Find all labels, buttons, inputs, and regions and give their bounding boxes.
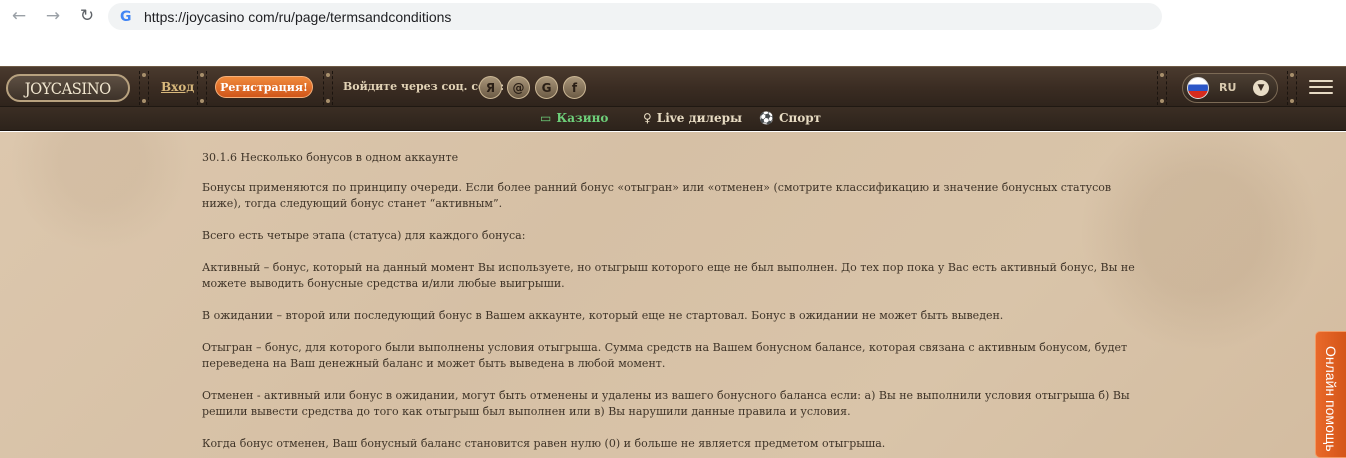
- login-link[interactable]: Вход: [161, 80, 194, 94]
- address-bar[interactable]: G https://joycasino com/ru/page/termsand…: [108, 3, 1162, 30]
- language-selector[interactable]: RU ▼: [1182, 73, 1278, 103]
- paragraph: Активный – бонус, который на данный моме…: [202, 261, 1135, 290]
- logo-text: JOYCASINO: [24, 78, 112, 98]
- section-nav: ▭ Казино ♀ Live дилеры ⚽ Спорт: [0, 107, 1346, 131]
- url-text[interactable]: https://joycasino com/ru/page/termsandco…: [144, 9, 451, 25]
- decor-divider: [197, 71, 207, 105]
- decor-divider: [139, 71, 149, 105]
- register-button[interactable]: Регистрация!: [215, 76, 313, 98]
- slot-machine-icon: ▭: [540, 111, 552, 125]
- online-help-tab[interactable]: Онлайн помощь: [1315, 331, 1346, 458]
- back-icon[interactable]: ←: [8, 5, 30, 27]
- joycasino-logo[interactable]: JOYCASINO: [6, 74, 130, 102]
- paragraph: Отыгран – бонус, для которого были выпол…: [202, 341, 1128, 370]
- tab-sport[interactable]: ⚽ Спорт: [759, 111, 821, 125]
- dealer-icon: ♀: [643, 111, 652, 125]
- facebook-icon[interactable]: f: [563, 76, 586, 99]
- reload-icon[interactable]: ↻: [76, 5, 98, 27]
- paragraph: В ожидании – второй или последующий бону…: [202, 309, 1004, 322]
- paragraph: Отменен - активный или бонус в ожидании,…: [202, 389, 1130, 418]
- paragraph: Бонусы применяются по принципу очереди. …: [202, 181, 1112, 210]
- language-code: RU: [1219, 81, 1237, 94]
- terms-content: 30.1.6 Несколько бонусов в одном аккаунт…: [0, 132, 1346, 458]
- decor-divider: [323, 71, 333, 105]
- help-tab-label: Онлайн помощь: [1323, 346, 1339, 452]
- yandex-icon[interactable]: Я: [479, 76, 502, 99]
- paragraph: Всего есть четыре этапа (статуса) для ка…: [202, 229, 526, 242]
- decor-divider: [1287, 71, 1297, 105]
- menu-icon[interactable]: [1309, 80, 1333, 95]
- tab-live-label: Live дилеры: [656, 111, 742, 125]
- tab-casino-label: Казино: [556, 111, 609, 125]
- tab-sport-label: Спорт: [778, 111, 822, 125]
- section-heading: 30.1.6 Несколько бонусов в одном аккаунт…: [202, 151, 459, 164]
- google-icon[interactable]: G: [535, 76, 558, 99]
- decor-divider: [1157, 71, 1167, 105]
- chevron-down-icon: ▼: [1253, 80, 1269, 96]
- paragraph: Когда бонус отменен, Ваш бонусный баланс…: [202, 437, 886, 450]
- forward-icon[interactable]: →: [42, 5, 64, 27]
- google-logo-icon: G: [120, 8, 132, 25]
- browser-toolbar: ← → ↻ G https://joycasino com/ru/page/te…: [0, 0, 1346, 66]
- tab-casino[interactable]: ▭ Казино: [540, 111, 608, 125]
- mail-icon[interactable]: @: [507, 76, 530, 99]
- tab-live-dealers[interactable]: ♀ Live дилеры: [643, 111, 742, 125]
- site-header: JOYCASINO Вход Регистрация! Войдите чере…: [0, 66, 1346, 107]
- ball-icon: ⚽: [759, 111, 774, 125]
- russia-flag-icon: [1187, 77, 1209, 99]
